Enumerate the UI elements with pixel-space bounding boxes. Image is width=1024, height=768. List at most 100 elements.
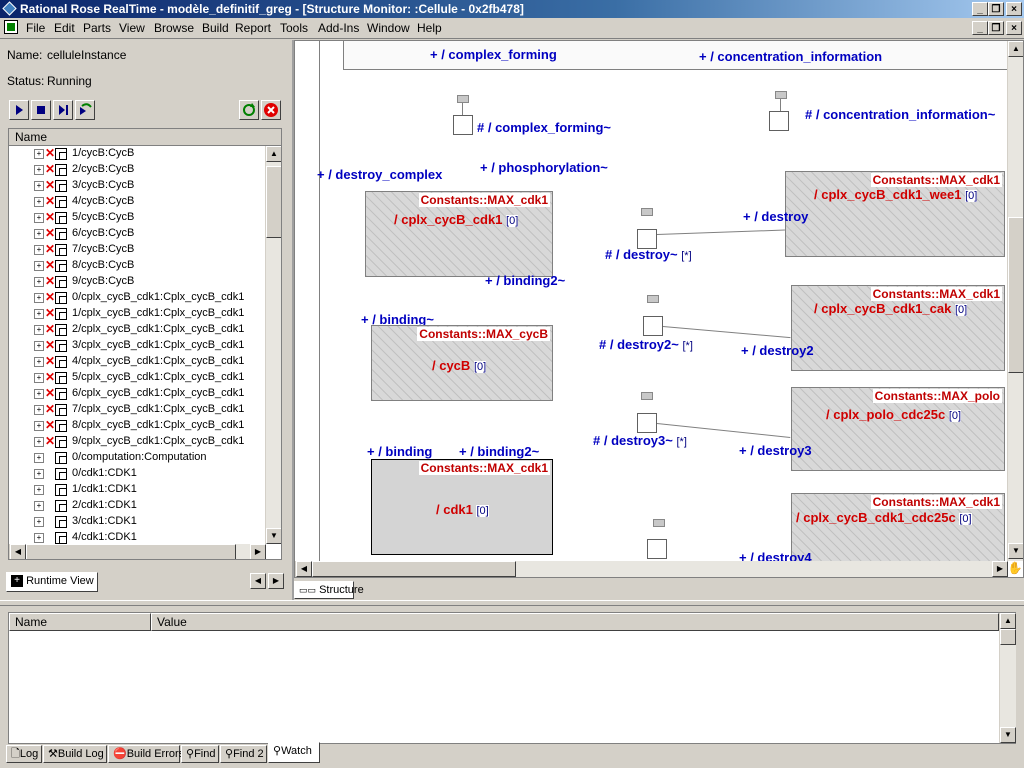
port-destroy3[interactable]: + / destroy3 xyxy=(739,443,812,458)
port-complex-forming-conj[interactable]: # / complex_forming~ xyxy=(477,120,611,135)
scroll-right-icon[interactable]: ▶ xyxy=(250,544,266,559)
port-destroy2-conj[interactable]: # / destroy2~ [*] xyxy=(599,337,693,352)
column-header-name[interactable]: Name xyxy=(9,613,151,631)
child-restore-button[interactable]: ❐ xyxy=(988,21,1004,35)
tab-watch[interactable]: ⚲Watch xyxy=(268,742,320,763)
watch-vscroll-thumb[interactable] xyxy=(1000,629,1016,645)
expand-icon[interactable]: + xyxy=(34,501,44,511)
port-destroy[interactable]: + / destroy xyxy=(743,209,808,224)
port-destroy3-conj[interactable]: # / destroy3~ [*] xyxy=(593,433,687,448)
port-phosphorylation[interactable]: + / phosphorylation~ xyxy=(480,160,608,175)
expand-icon[interactable]: + xyxy=(34,341,44,351)
tree-item[interactable]: + ✕ 8/cplx_cycB_cdk1:Cplx_cycB_cdk1 xyxy=(9,418,265,434)
diagram-vscroll-thumb[interactable] xyxy=(1008,217,1023,373)
port-concentration-information[interactable]: + / concentration_information xyxy=(699,49,882,64)
port-destroy-complex[interactable]: + / destroy_complex xyxy=(317,167,442,182)
port-box[interactable] xyxy=(643,316,663,336)
expand-icon[interactable]: + xyxy=(34,437,44,447)
scroll-down-icon[interactable]: ▼ xyxy=(1000,727,1016,743)
capsule-cplx-cycb-cdk1[interactable]: Constants::MAX_cdk1 / cplx_cycB_cdk1 [0] xyxy=(365,191,553,277)
menu-file[interactable]: File xyxy=(26,21,45,35)
port-box[interactable] xyxy=(769,111,789,131)
capsule-cdk1[interactable]: Constants::MAX_cdk1 / cdk1 [0] xyxy=(371,459,553,555)
restore-button[interactable]: ❐ xyxy=(988,2,1004,16)
tree-item[interactable]: +1/cdk1:CDK1 xyxy=(9,482,265,498)
expand-icon[interactable]: + xyxy=(34,197,44,207)
stop-button[interactable] xyxy=(31,100,51,120)
diagram-hscroll[interactable]: ◀ ▶ xyxy=(295,561,1008,577)
port-concentration-information-conj[interactable]: # / concentration_information~ xyxy=(805,107,995,122)
terminate-button[interactable] xyxy=(261,100,281,120)
tab-runtime-view[interactable]: + Runtime View xyxy=(6,572,98,592)
expand-icon[interactable]: + xyxy=(34,277,44,287)
menu-report[interactable]: Report xyxy=(235,21,271,35)
tree-item[interactable]: + ✕ 6/cycB:CycB xyxy=(9,226,265,242)
port-box[interactable] xyxy=(453,115,473,135)
port-destroy-conj[interactable]: # / destroy~ [*] xyxy=(605,247,692,262)
child-close-button[interactable]: × xyxy=(1006,21,1022,35)
menu-add-ins[interactable]: Add-Ins xyxy=(318,21,359,35)
expand-icon[interactable]: + xyxy=(34,405,44,415)
tree-item[interactable]: + ✕ 2/cycB:CycB xyxy=(9,162,265,178)
tree-item[interactable]: + ✕ 9/cycB:CycB xyxy=(9,274,265,290)
diagram-vscroll[interactable]: ▲ ▼ xyxy=(1007,41,1023,561)
child-minimize-button[interactable]: _ xyxy=(972,21,988,35)
tree-item[interactable]: +0/cdk1:CDK1 xyxy=(9,466,265,482)
menu-edit[interactable]: Edit xyxy=(54,21,75,35)
tree-hscroll[interactable]: ◀ ▶ xyxy=(9,544,266,559)
port-complex-forming[interactable]: + / complex_forming xyxy=(430,47,557,62)
capsule-cplx-cycb-cdk1-wee1[interactable]: Constants::MAX_cdk1 / cplx_cycB_cdk1_wee… xyxy=(785,171,1005,257)
scroll-left-icon[interactable]: ◀ xyxy=(10,544,26,559)
expand-icon[interactable]: + xyxy=(34,533,44,543)
expand-icon[interactable]: + xyxy=(34,469,44,479)
tree-item[interactable]: + ✕ 3/cycB:CycB xyxy=(9,178,265,194)
port-destroy2[interactable]: + / destroy2 xyxy=(741,343,814,358)
expand-icon[interactable]: + xyxy=(34,357,44,367)
tree-item[interactable]: + ✕ 9/cplx_cycB_cdk1:Cplx_cycB_cdk1 xyxy=(9,434,265,450)
tree-item[interactable]: + ✕ 3/cplx_cycB_cdk1:Cplx_cycB_cdk1 xyxy=(9,338,265,354)
watch-vscroll[interactable]: ▲ ▼ xyxy=(999,613,1016,743)
tree-item[interactable]: + ✕ 5/cplx_cycB_cdk1:Cplx_cycB_cdk1 xyxy=(9,370,265,386)
expand-icon[interactable]: + xyxy=(34,293,44,303)
tree-item[interactable]: + ✕ 0/cplx_cycB_cdk1:Cplx_cycB_cdk1 xyxy=(9,290,265,306)
expand-icon[interactable]: + xyxy=(34,149,44,159)
expand-icon[interactable]: + xyxy=(34,229,44,239)
horizontal-splitter[interactable] xyxy=(0,600,1024,606)
hscroll-thumb[interactable] xyxy=(26,544,236,559)
scroll-up-icon[interactable]: ▲ xyxy=(1008,41,1023,57)
expand-icon[interactable]: + xyxy=(34,453,44,463)
run-button[interactable] xyxy=(9,100,29,120)
port-binding2-conj-b[interactable]: + / binding2~ xyxy=(459,444,539,459)
capsule-cplx-polo-cdc25c[interactable]: Constants::MAX_polo / cplx_polo_cdc25c [… xyxy=(791,387,1005,471)
tab-log[interactable]: 🗋Log xyxy=(6,745,42,763)
expand-icon[interactable]: + xyxy=(34,165,44,175)
capsule-cplx-cycb-cdk1-cak[interactable]: Constants::MAX_cdk1 / cplx_cycB_cdk1_cak… xyxy=(791,285,1005,371)
tree-item[interactable]: +2/cdk1:CDK1 xyxy=(9,498,265,514)
tab-scroll-left-icon[interactable]: ◀ xyxy=(250,573,266,589)
expand-icon[interactable]: + xyxy=(34,421,44,431)
tree-item[interactable]: + ✕ 1/cycB:CycB xyxy=(9,146,265,162)
diagram-hscroll-thumb[interactable] xyxy=(312,561,516,577)
menu-browse[interactable]: Browse xyxy=(154,21,194,35)
tree-item[interactable]: +3/cdk1:CDK1 xyxy=(9,514,265,530)
tab-structure[interactable]: ▭▭ Structure xyxy=(294,581,364,599)
menu-build[interactable]: Build xyxy=(202,21,229,35)
step-button[interactable] xyxy=(53,100,73,120)
tree-item[interactable]: +0/computation:Computation xyxy=(9,450,265,466)
menu-window[interactable]: Window xyxy=(367,21,410,35)
tab-build-errors[interactable]: ⛔Build Errors xyxy=(108,745,184,763)
refresh-button[interactable] xyxy=(239,100,259,120)
run-to-button[interactable] xyxy=(75,100,95,120)
tab-find-2[interactable]: ⚲Find 2 xyxy=(220,745,267,763)
minimize-button[interactable]: _ xyxy=(972,2,988,16)
expand-icon[interactable]: + xyxy=(34,309,44,319)
tab-find[interactable]: ⚲Find xyxy=(181,745,219,763)
hand-icon[interactable]: ✋ xyxy=(1007,561,1023,577)
tree-item[interactable]: + ✕ 7/cycB:CycB xyxy=(9,242,265,258)
close-button[interactable]: × xyxy=(1006,2,1022,16)
tree-item[interactable]: + ✕ 7/cplx_cycB_cdk1:Cplx_cycB_cdk1 xyxy=(9,402,265,418)
expand-icon[interactable]: + xyxy=(34,261,44,271)
port-binding2-conj[interactable]: + / binding2~ xyxy=(485,273,565,288)
expand-icon[interactable]: + xyxy=(34,181,44,191)
scroll-left-icon[interactable]: ◀ xyxy=(296,561,312,577)
